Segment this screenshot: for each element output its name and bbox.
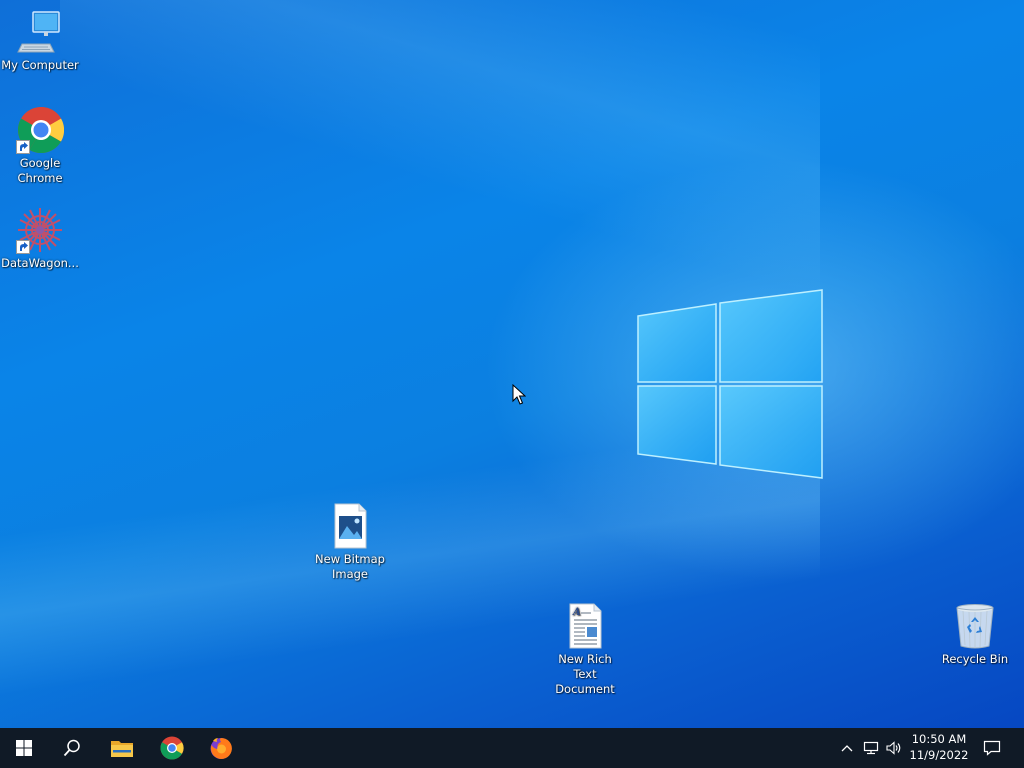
action-center-button[interactable] <box>978 728 1006 768</box>
taskbar-google-chrome[interactable] <box>148 728 196 768</box>
chevron-up-icon <box>841 745 853 752</box>
desktop-icon-label: My Computer <box>1 58 79 72</box>
desktop[interactable]: My Computer Google Chrome DataWagon... N… <box>0 0 1024 728</box>
wallpaper-windows-logo <box>637 289 823 479</box>
notification-icon <box>983 740 1001 756</box>
light-beam <box>60 0 820 300</box>
desktop-icon-recycle-bin[interactable]: Recycle Bin <box>935 602 1015 667</box>
search-button[interactable] <box>48 728 96 768</box>
clock-date: 11/9/2022 <box>909 748 969 762</box>
taskbar-firefox[interactable] <box>197 728 245 768</box>
datawagon-icon <box>16 206 64 254</box>
desktop-icon-label: Google Chrome <box>17 156 63 185</box>
desktop-icon-label: DataWagon... <box>1 256 79 270</box>
taskbar: 10:50 AM 11/9/2022 <box>0 728 1024 768</box>
shortcut-arrow-icon <box>16 240 30 254</box>
taskbar-clock[interactable]: 10:50 AM 11/9/2022 <box>904 731 974 763</box>
svg-text:A: A <box>572 607 581 618</box>
search-icon <box>63 739 80 757</box>
recycle-bin-icon <box>951 602 999 650</box>
clock-time: 10:50 AM <box>911 732 967 746</box>
computer-icon <box>16 8 64 56</box>
firefox-icon <box>210 737 232 759</box>
desktop-icon-my-computer[interactable]: My Computer <box>0 8 80 73</box>
desktop-icon-label: Recycle Bin <box>941 652 1009 666</box>
desktop-icon-label: New Rich Text Document <box>555 652 615 696</box>
chrome-icon <box>160 736 184 760</box>
network-icon <box>863 741 879 755</box>
rich-text-file-icon: A <box>561 602 609 650</box>
desktop-icon-google-chrome[interactable]: Google Chrome <box>0 106 80 186</box>
folder-icon <box>111 741 133 757</box>
desktop-icon-label: New Bitmap Image <box>315 552 385 581</box>
network-tray-button[interactable] <box>860 728 882 768</box>
desktop-icon-datawagon[interactable]: DataWagon... <box>0 206 80 271</box>
start-button[interactable] <box>0 728 48 768</box>
chrome-icon <box>16 106 65 154</box>
taskbar-file-explorer[interactable] <box>98 728 146 768</box>
shortcut-arrow-icon <box>16 140 30 154</box>
desktop-icon-new-bitmap-image[interactable]: New Bitmap Image <box>310 502 390 582</box>
volume-icon <box>886 741 901 755</box>
mouse-cursor-icon <box>512 384 526 405</box>
volume-tray-button[interactable] <box>884 728 904 768</box>
desktop-icon-new-rich-text-document[interactable]: A New Rich Text Document <box>545 602 625 697</box>
show-hidden-icons-button[interactable] <box>838 728 856 768</box>
bitmap-file-icon <box>326 502 374 550</box>
windows-logo-icon <box>16 740 32 756</box>
